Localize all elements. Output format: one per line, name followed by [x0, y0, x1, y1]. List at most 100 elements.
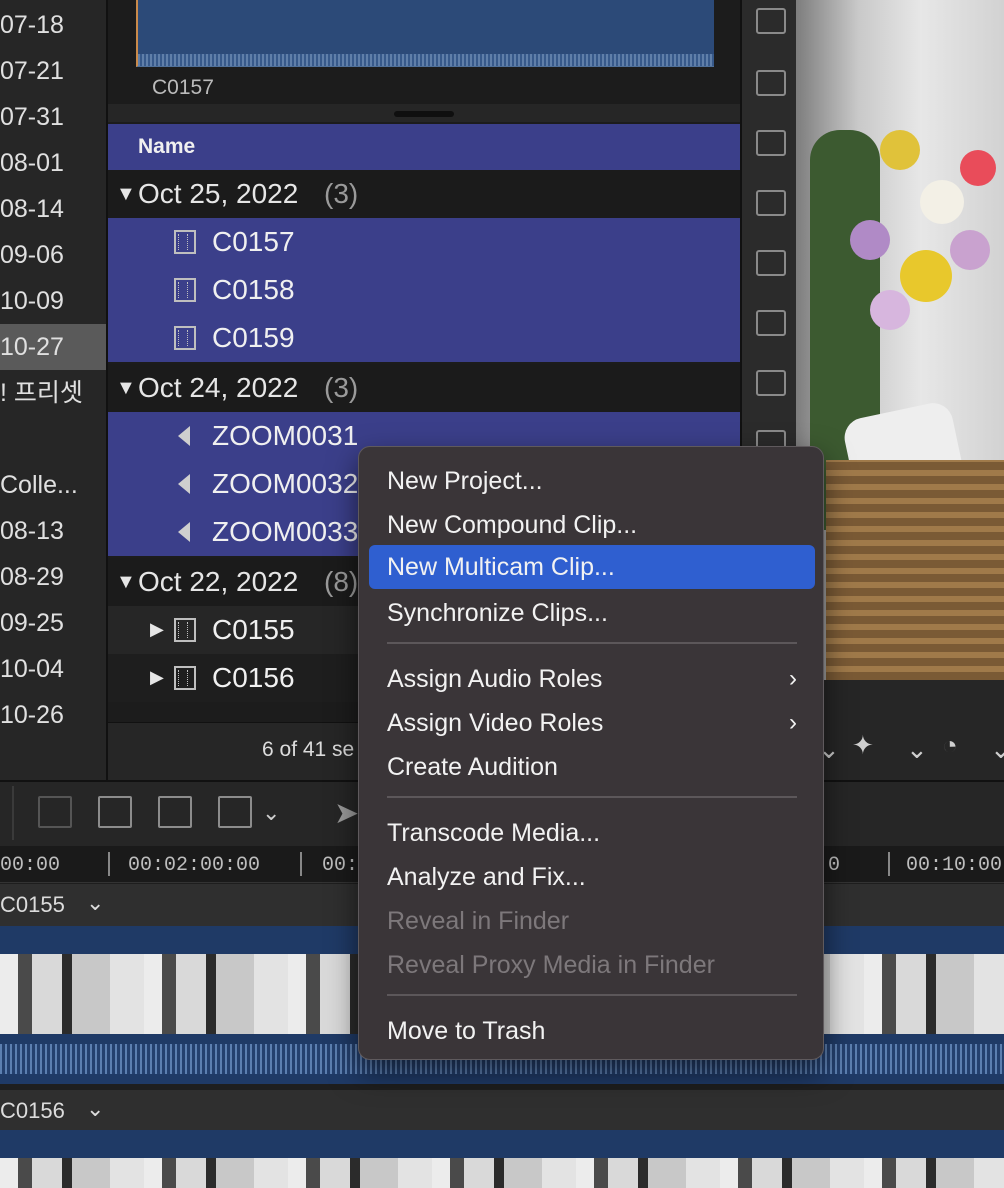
group-count: (8)	[324, 566, 359, 597]
date-group-row[interactable]: ▼ Oct 24, 2022 (3)	[108, 364, 740, 412]
menu-item-label: New Multicam Clip...	[387, 553, 615, 581]
sidebar-event[interactable]: 07-21	[0, 48, 106, 94]
submenu-chevron-icon: ›	[789, 709, 797, 736]
menu-item-synchronize-clips[interactable]: Synchronize Clips...	[369, 591, 815, 635]
append-clip-icon[interactable]	[158, 796, 192, 828]
cell-box[interactable]	[756, 190, 786, 216]
disclosure-open-icon[interactable]: ▼	[116, 183, 136, 206]
insert-clip-icon[interactable]	[98, 796, 132, 828]
audio-clip-icon	[178, 426, 190, 446]
timecode-label: 00:	[322, 854, 359, 877]
scene-flower	[880, 130, 920, 170]
menu-item-new-multicam-clip[interactable]: New Multicam Clip...	[369, 545, 815, 589]
scene-basket	[826, 460, 1004, 680]
film-clip-icon	[174, 666, 196, 690]
clip-name: C0158	[212, 274, 295, 305]
group-count: (3)	[324, 372, 359, 403]
menu-item-move-to-trash[interactable]: Move to Trash	[369, 1009, 815, 1053]
clip-row[interactable]: C0159	[108, 314, 740, 362]
sidebar-event[interactable]: 07-18	[0, 2, 106, 48]
menu-item-reveal-in-finder: Reveal in Finder	[369, 899, 815, 943]
clip-name: C0159	[212, 322, 295, 353]
menu-item-label: Create Audition	[387, 753, 558, 781]
chevron-down-icon[interactable]: ⌄	[86, 1096, 104, 1122]
menu-item-analyze-and-fix[interactable]: Analyze and Fix...	[369, 855, 815, 899]
disclosure-open-icon[interactable]: ▼	[116, 571, 136, 594]
audio-clip-icon	[178, 474, 190, 494]
context-menu: New Project... New Compound Clip... New …	[358, 446, 824, 1060]
cell-box[interactable]	[756, 310, 786, 336]
cell-box[interactable]	[756, 370, 786, 396]
scene-flower	[900, 250, 952, 302]
filmstrip-label: C0157	[152, 76, 214, 99]
menu-item-assign-video-roles[interactable]: Assign Video Roles ›	[369, 701, 815, 745]
film-clip-icon	[174, 230, 196, 254]
clip-row[interactable]: C0157	[108, 218, 740, 266]
timeline-clip-header[interactable]: C0156 ⌄	[0, 1090, 1004, 1132]
menu-item-new-compound-clip[interactable]: New Compound Clip...	[369, 503, 815, 547]
clip-name: ZOOM0033	[212, 516, 359, 547]
menu-item-create-audition[interactable]: Create Audition	[369, 745, 815, 789]
chevron-down-icon[interactable]: ⌄	[262, 800, 280, 826]
sidebar-event[interactable]: 08-13	[0, 508, 106, 554]
sidebar-event[interactable]: 09-06	[0, 232, 106, 278]
speed-gauge-icon[interactable]: ◔	[942, 730, 958, 761]
divider-handle[interactable]	[394, 111, 454, 117]
timeline-clip-name: C0155	[0, 892, 65, 917]
toolbar-divider	[0, 786, 14, 840]
timecode-label: 00:10:00	[906, 854, 1003, 877]
menu-item-label: Transcode Media...	[387, 819, 601, 847]
menu-item-new-project[interactable]: New Project...	[369, 459, 815, 503]
magic-wand-icon[interactable]: ✦	[852, 730, 874, 761]
menu-item-assign-audio-roles[interactable]: Assign Audio Roles ›	[369, 657, 815, 701]
sidebar-event[interactable]: 08-14	[0, 186, 106, 232]
timecode-label: 00:02:00:00	[128, 854, 261, 877]
menu-item-label: Synchronize Clips...	[387, 599, 608, 627]
cell-box[interactable]	[756, 8, 786, 34]
film-clip-icon	[174, 326, 196, 350]
sidebar-event[interactable]: 10-09	[0, 278, 106, 324]
chevron-down-icon[interactable]: ⌄	[990, 734, 1004, 765]
disclosure-closed-icon[interactable]: ▶	[150, 667, 164, 688]
menu-separator	[387, 994, 797, 996]
cell-box[interactable]	[756, 130, 786, 156]
menu-item-label: Assign Audio Roles	[387, 665, 603, 693]
menu-item-transcode-media[interactable]: Transcode Media...	[369, 811, 815, 855]
sidebar-library[interactable]: Colle...	[0, 462, 106, 508]
chevron-down-icon[interactable]: ⌄	[906, 734, 928, 765]
cell-box[interactable]	[756, 250, 786, 276]
timecode-label: 0	[828, 854, 841, 877]
timecode-label: 00:00	[0, 854, 61, 877]
chevron-down-icon[interactable]: ⌄	[86, 890, 104, 916]
sidebar-event-selected[interactable]: 10-27	[0, 324, 106, 370]
clip-filmstrip[interactable]	[136, 0, 714, 67]
scene-flower	[960, 150, 996, 186]
sidebar-event[interactable]: 10-04	[0, 646, 106, 692]
menu-separator	[387, 642, 797, 644]
clip-row[interactable]: C0158	[108, 266, 740, 314]
film-clip-icon	[174, 278, 196, 302]
group-count: (3)	[324, 178, 359, 209]
disclosure-closed-icon[interactable]: ▶	[150, 619, 164, 640]
sidebar-event[interactable]: 07-31	[0, 94, 106, 140]
disclosure-open-icon[interactable]: ▼	[116, 377, 136, 400]
date-group-row[interactable]: ▼ Oct 25, 2022 (3)	[108, 170, 740, 218]
overwrite-clip-icon[interactable]	[218, 796, 252, 828]
ruler-tick	[300, 852, 302, 876]
column-header-name[interactable]: Name	[108, 124, 740, 170]
selection-count: 6 of 41 se	[262, 738, 355, 761]
cell-box[interactable]	[756, 70, 786, 96]
menu-item-label: New Compound Clip...	[387, 511, 638, 539]
sidebar-keyword-collection[interactable]: ! 프리셋	[0, 370, 106, 416]
group-date: Oct 22, 2022	[138, 566, 299, 597]
menu-item-reveal-proxy-media: Reveal Proxy Media in Finder	[369, 943, 815, 987]
sidebar-event[interactable]: 08-29	[0, 554, 106, 600]
ruler-tick	[888, 852, 890, 876]
select-tool-icon[interactable]: ➤	[334, 796, 359, 831]
clip-thumbnails	[0, 1158, 1004, 1188]
sidebar-event[interactable]: 08-01	[0, 140, 106, 186]
sidebar-event[interactable]: 10-26	[0, 692, 106, 738]
sidebar-event[interactable]: 09-25	[0, 600, 106, 646]
connect-clip-icon[interactable]	[38, 796, 72, 828]
clip-name: C0157	[212, 226, 295, 257]
